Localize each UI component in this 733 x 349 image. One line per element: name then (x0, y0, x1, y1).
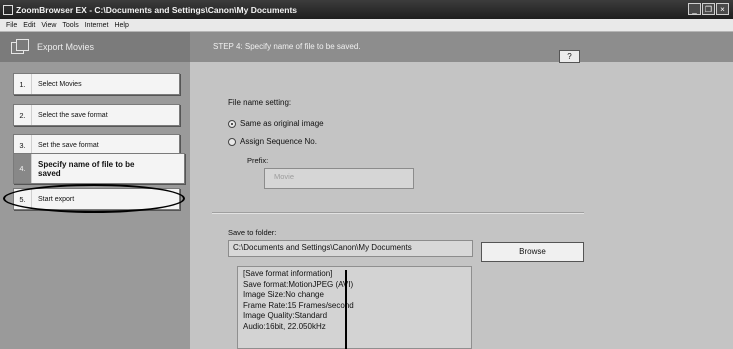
export-movies-icon (11, 39, 29, 55)
step-label: Select the save format (38, 111, 108, 119)
save-format-info-box: [Save format information] Save format:Mo… (237, 266, 472, 349)
step-number: 2. (14, 105, 32, 125)
menu-help[interactable]: Help (114, 22, 128, 29)
step-select-save-format[interactable]: 2. Select the save format (13, 104, 180, 126)
step-number: 3. (14, 135, 32, 155)
menu-internet[interactable]: Internet (85, 22, 109, 29)
minimize-button[interactable]: _ (688, 3, 701, 15)
step-title: STEP 4: Specify name of file to be saved… (213, 42, 361, 51)
save-to-folder-label: Save to folder: (228, 228, 277, 237)
sidebar-header: Export Movies (0, 32, 190, 62)
callout-pointer-line (345, 270, 347, 349)
step-label: Select Movies (38, 80, 82, 88)
radio-same-as-original-label[interactable]: Same as original image (240, 119, 324, 128)
step-label: Specify name of file to be saved (38, 159, 135, 178)
menu-bar: File Edit View Tools Internet Help (0, 19, 733, 32)
save-folder-path-field[interactable]: C:\Documents and Settings\Canon\My Docum… (228, 240, 473, 257)
menu-file[interactable]: File (6, 22, 17, 29)
file-name-setting-heading: File name setting: (228, 98, 292, 107)
radio-same-as-original[interactable] (228, 120, 236, 128)
sidebar-title: Export Movies (37, 42, 95, 52)
title-bar: ZoomBrowser EX - C:\Documents and Settin… (0, 0, 733, 19)
section-divider (212, 212, 584, 214)
prefix-label: Prefix: (247, 156, 269, 165)
menu-tools[interactable]: Tools (62, 22, 78, 29)
menu-view[interactable]: View (41, 22, 56, 29)
browse-button[interactable]: Browse (481, 242, 584, 262)
info-line: Image Quality:Standard (243, 311, 328, 321)
step-specify-file-name[interactable]: 4. Specify name of file to be saved (13, 153, 185, 184)
info-line: [Save format information] (243, 269, 333, 278)
close-button[interactable]: × (716, 3, 729, 15)
info-line: Audio:16bit, 22.050kHz (243, 321, 326, 331)
restore-button[interactable]: ❐ (702, 3, 715, 15)
info-line: Save format:MotionJPEG (AVI) (243, 279, 354, 289)
prefix-input[interactable]: Movie (264, 168, 414, 189)
info-line: Image Size:No change (243, 290, 324, 300)
window-title: ZoomBrowser EX - C:\Documents and Settin… (16, 4, 298, 15)
step-number: 1. (14, 74, 32, 94)
radio-assign-sequence[interactable] (228, 138, 236, 146)
step-label: Set the save format (38, 141, 99, 149)
help-button[interactable]: ? (559, 50, 580, 63)
sidebar: Export Movies 1. Select Movies 2. Select… (0, 32, 190, 349)
highlight-circle (3, 184, 185, 213)
step-number: 4. (14, 154, 32, 183)
zoombrowser-app-icon (3, 4, 13, 15)
menu-edit[interactable]: Edit (23, 22, 35, 29)
info-line: Frame Rate:15 Frames/second (243, 300, 354, 310)
main-panel: STEP 4: Specify name of file to be saved… (190, 32, 733, 349)
step-header: STEP 4: Specify name of file to be saved… (190, 32, 733, 62)
radio-assign-sequence-label[interactable]: Assign Sequence No. (240, 137, 317, 146)
step-select-movies[interactable]: 1. Select Movies (13, 73, 180, 95)
window-controls: _ ❐ × (688, 3, 729, 15)
